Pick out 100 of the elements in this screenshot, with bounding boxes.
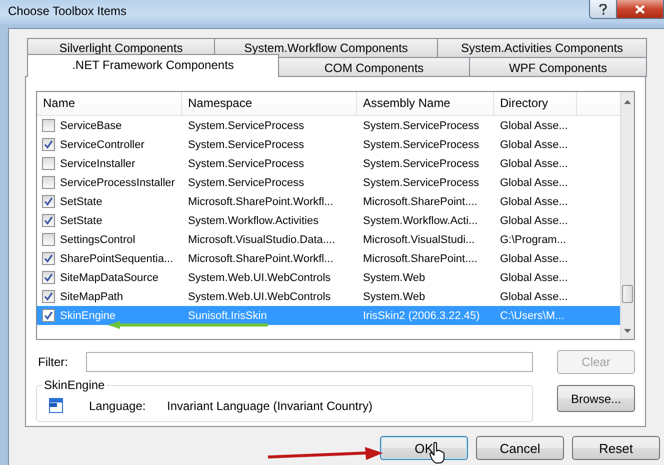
checkmark-icon bbox=[44, 197, 53, 206]
table-cell: Microsoft.VisualStudio.Data.... bbox=[188, 234, 336, 246]
table-cell: ServiceProcessInstaller bbox=[60, 176, 175, 188]
table-row[interactable]: ServiceBase System.ServiceProcess System.ServiceProcess Global Asse... bbox=[37, 116, 620, 135]
table-cell: Global Asse... bbox=[500, 272, 568, 284]
checkbox[interactable] bbox=[42, 176, 55, 189]
table-cell: System.ServiceProcess bbox=[188, 158, 304, 170]
table-row[interactable]: SettingsControl Microsoft.VisualStudio.Data.... Microsoft.VisualStudi... G:\Program... bbox=[37, 230, 620, 249]
checkbox[interactable] bbox=[42, 157, 55, 170]
table-row[interactable]: ServiceController System.ServiceProcess System.ServiceProcess Global Asse... bbox=[37, 135, 620, 154]
table-cell: Global Asse... bbox=[500, 252, 568, 264]
table-cell: System.Workflow.Activities bbox=[188, 214, 319, 226]
checkbox[interactable] bbox=[42, 214, 55, 227]
checkbox[interactable] bbox=[42, 119, 55, 132]
filter-label: Filter: bbox=[38, 355, 69, 369]
table-cell: System.Web.UI.WebControls bbox=[188, 290, 331, 302]
close-button[interactable] bbox=[617, 0, 664, 19]
table-cell: ServiceInstaller bbox=[60, 158, 136, 170]
language-value: Invariant Language (Invariant Country) bbox=[167, 398, 372, 412]
checkmark-icon bbox=[44, 216, 53, 225]
checkbox[interactable] bbox=[42, 309, 55, 322]
table-cell: SharePointSequentia... bbox=[60, 252, 174, 264]
table-row[interactable]: ServiceProcessInstaller System.ServiceProcess System.ServiceProcess Global Asse... bbox=[37, 173, 620, 192]
table-cell: SetState bbox=[60, 196, 102, 208]
tab[interactable]: System.Workflow Components bbox=[214, 38, 438, 57]
column-header[interactable]: Name bbox=[37, 92, 182, 115]
checkbox[interactable] bbox=[42, 252, 55, 265]
table-cell: C:\Users\M... bbox=[500, 310, 564, 322]
table-row[interactable]: SiteMapDataSource System.Web.UI.WebControls System.Web Global Asse... bbox=[37, 268, 620, 287]
table-cell: Microsoft.SharePoint.... bbox=[363, 196, 478, 208]
table-row[interactable]: ServiceInstaller System.ServiceProcess System.ServiceProcess Global Asse... bbox=[37, 154, 620, 173]
table-row[interactable]: SharePointSequentia... Microsoft.SharePoint.Workfl... Microsoft.SharePoint.... Global Asse... bbox=[37, 249, 620, 268]
help-button[interactable] bbox=[589, 0, 617, 19]
checkmark-icon bbox=[44, 311, 53, 320]
table-cell: Microsoft.SharePoint.... bbox=[363, 252, 478, 264]
scroll-thumb[interactable] bbox=[622, 285, 633, 303]
scroll-up-icon bbox=[624, 100, 631, 104]
table-row[interactable]: SetState Microsoft.SharePoint.Workfl... Microsoft.SharePoint.... Global Asse... bbox=[37, 192, 620, 211]
group-title: SkinEngine bbox=[42, 378, 107, 392]
table-cell: System.Workflow.Acti... bbox=[363, 214, 478, 226]
tab[interactable]: COM Components bbox=[278, 57, 470, 77]
column-header[interactable]: Assembly Name bbox=[357, 92, 494, 115]
table-cell: Global Asse... bbox=[500, 214, 568, 226]
table-cell: System.ServiceProcess bbox=[363, 120, 480, 132]
checkbox[interactable] bbox=[42, 271, 55, 284]
table-cell: SiteMapPath bbox=[60, 290, 123, 302]
tab[interactable]: System.Activities Components bbox=[437, 38, 647, 57]
table-cell: SkinEngine bbox=[60, 310, 116, 322]
table-cell: SiteMapDataSource bbox=[60, 272, 158, 284]
checkmark-icon bbox=[44, 254, 53, 263]
table-cell: System.ServiceProcess bbox=[188, 176, 304, 188]
dialog-button[interactable]: OK bbox=[380, 436, 468, 460]
table-cell: Global Asse... bbox=[500, 290, 568, 302]
table-cell: Sunisoft.IrisSkin bbox=[188, 310, 267, 322]
dialog-button[interactable]: Reset bbox=[572, 436, 660, 460]
checkmark-icon bbox=[44, 292, 53, 301]
checkbox[interactable] bbox=[42, 233, 55, 246]
table-cell: Global Asse... bbox=[500, 138, 568, 150]
window-icon bbox=[49, 398, 63, 413]
column-header[interactable]: Namespace bbox=[182, 92, 357, 115]
tab[interactable]: .NET Framework Components bbox=[27, 54, 279, 77]
table-cell: System.Web bbox=[363, 272, 426, 284]
close-icon bbox=[635, 4, 645, 14]
table-cell: System.ServiceProcess bbox=[363, 138, 480, 150]
table-cell: Global Asse... bbox=[500, 196, 568, 208]
table-cell: Microsoft.SharePoint.Workfl... bbox=[188, 252, 334, 264]
table-cell: SettingsControl bbox=[60, 234, 136, 246]
table-cell: SetState bbox=[60, 214, 102, 226]
table-cell: Global Asse... bbox=[500, 120, 568, 132]
browse-button[interactable]: Browse... bbox=[557, 385, 635, 412]
table-cell: System.ServiceProcess bbox=[188, 138, 304, 150]
checkmark-icon bbox=[44, 140, 53, 149]
checkbox[interactable] bbox=[42, 138, 55, 151]
table-cell: G:\Program... bbox=[500, 234, 566, 246]
table-cell: System.ServiceProcess bbox=[363, 176, 480, 188]
checkmark-icon bbox=[44, 273, 53, 282]
table-row[interactable]: SiteMapPath System.Web.UI.WebControls System.Web Global Asse... bbox=[37, 287, 620, 306]
table-cell: System.Web.UI.WebControls bbox=[188, 272, 331, 284]
table-cell: System.Web bbox=[363, 290, 426, 302]
filter-field[interactable] bbox=[86, 352, 533, 372]
column-header[interactable]: Directory bbox=[494, 92, 577, 115]
table-cell: Microsoft.VisualStudi... bbox=[363, 234, 475, 246]
table-cell: ServiceBase bbox=[60, 120, 122, 132]
language-label: Language: bbox=[89, 398, 147, 412]
checkbox[interactable] bbox=[42, 195, 55, 208]
dialog-button[interactable]: Cancel bbox=[476, 436, 564, 460]
table-row[interactable]: SetState System.Workflow.Activities System.Workflow.Acti... Global Asse... bbox=[37, 211, 620, 230]
table-cell: IrisSkin2 (2006.3.22.45) bbox=[363, 310, 480, 322]
table-cell: Microsoft.SharePoint.Workfl... bbox=[188, 196, 334, 208]
table-cell: System.ServiceProcess bbox=[363, 158, 480, 170]
table-cell: Global Asse... bbox=[500, 176, 568, 188]
checkbox[interactable] bbox=[42, 290, 55, 303]
window-title: Choose Toolbox Items bbox=[8, 4, 127, 18]
tab[interactable]: WPF Components bbox=[469, 57, 647, 77]
table-cell: System.ServiceProcess bbox=[188, 120, 304, 132]
help-icon bbox=[599, 4, 607, 14]
scrollbar[interactable] bbox=[620, 92, 634, 339]
table-cell: ServiceController bbox=[60, 138, 144, 150]
table-cell: Global Asse... bbox=[500, 158, 568, 170]
scroll-down-icon bbox=[624, 329, 631, 333]
